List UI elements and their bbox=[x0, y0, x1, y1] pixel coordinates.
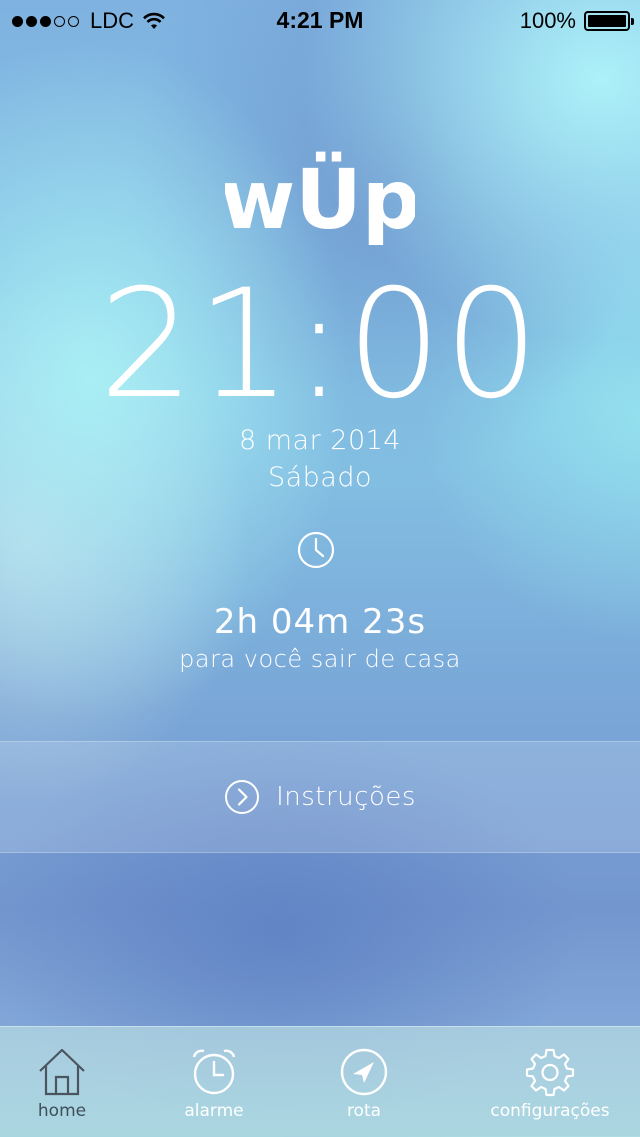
departure-countdown: 2h 04m 23s bbox=[213, 602, 427, 642]
logo-text: wÜp bbox=[225, 152, 415, 248]
countdown-caption: para você sair de casa bbox=[179, 645, 461, 673]
tab-alarme-label: alarme bbox=[184, 1101, 244, 1121]
navigation-arrow-icon bbox=[340, 1048, 388, 1096]
logo-graphic: wÜp bbox=[225, 152, 415, 248]
tab-home[interactable]: home bbox=[22, 1027, 102, 1137]
battery-percentage: 100% bbox=[519, 8, 576, 33]
tab-bar: home alarme rota configurações bbox=[0, 1026, 640, 1137]
current-time: 21:00 bbox=[98, 258, 542, 432]
instructions-button[interactable]: Instruções bbox=[0, 741, 640, 853]
tab-rota-label: rota bbox=[346, 1101, 382, 1121]
app-logo: wÜp bbox=[0, 130, 640, 254]
tab-rota[interactable]: rota bbox=[322, 1027, 406, 1137]
alarm-clock-icon bbox=[192, 1049, 236, 1095]
status-right: 100% bbox=[519, 8, 634, 34]
current-weekday: Sábado bbox=[267, 462, 373, 493]
chevron-right-circle-icon bbox=[225, 780, 260, 814]
home-icon bbox=[39, 1048, 85, 1096]
tab-configuracoes[interactable]: configurações bbox=[480, 1027, 620, 1137]
current-date: 8 mar 2014 bbox=[238, 425, 401, 456]
tab-configuracoes-label: configurações bbox=[490, 1101, 610, 1121]
instructions-label: Instruções bbox=[276, 782, 416, 812]
gear-icon bbox=[525, 1048, 575, 1097]
tab-alarme[interactable]: alarme bbox=[172, 1027, 256, 1137]
battery-icon bbox=[584, 11, 634, 31]
clock-icon bbox=[297, 531, 335, 569]
status-bar: LDC 4:21 PM 100% bbox=[0, 0, 640, 40]
tab-home-label: home bbox=[37, 1101, 87, 1121]
